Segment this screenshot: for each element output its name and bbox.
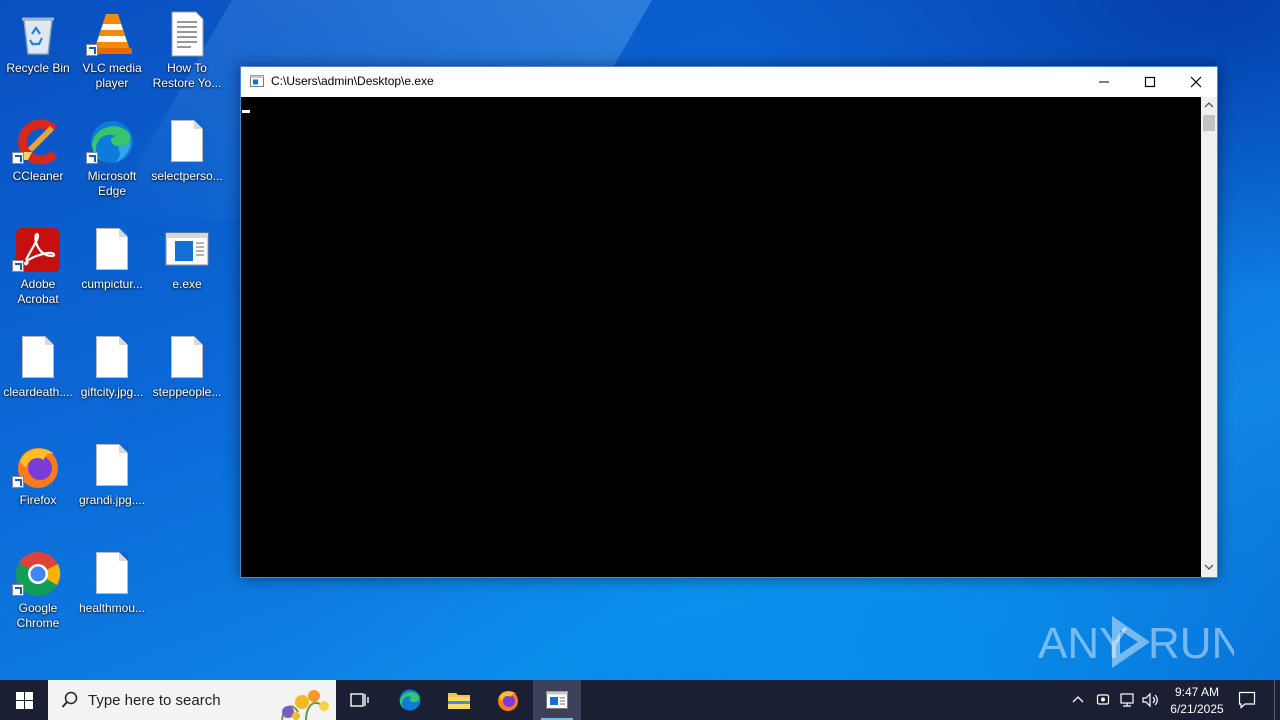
file-icon (88, 226, 136, 274)
watermark-text-right: RUN (1148, 619, 1234, 668)
shortcut-arrow-icon (12, 152, 24, 164)
anyrun-watermark: ANY RUN (1038, 616, 1234, 668)
desktop-icon-label: grandi.jpg.... (78, 493, 146, 507)
task-view-icon (350, 693, 369, 707)
taskbar-console-app[interactable] (533, 680, 581, 720)
file-explorer-icon (448, 693, 470, 709)
desktop-icon-label: e.exe (172, 277, 202, 291)
taskbar-edge[interactable] (386, 680, 434, 720)
search-placeholder: Type here to search (88, 692, 221, 709)
taskbar-search-box[interactable]: Type here to search (48, 680, 336, 720)
chevron-up-icon[interactable] (1072, 694, 1084, 704)
console-app-icon (546, 691, 568, 709)
play-logo-icon (1112, 616, 1150, 668)
desktop-icon-label: steppeople... (152, 385, 222, 399)
desktop-icon-label: cumpictur... (81, 277, 143, 291)
file-icon (88, 334, 136, 382)
desktop-icon-selectperso[interactable]: selectperso... (149, 112, 225, 212)
desktop-icon-label: giftcity.jpg... (80, 385, 144, 399)
file-icon (88, 442, 136, 490)
desktop-icon-label: Recycle Bin (6, 61, 70, 75)
desktop-icon-firefox[interactable]: Firefox (0, 436, 76, 536)
file-icon (163, 118, 211, 166)
vertical-scrollbar[interactable] (1201, 97, 1217, 577)
file-icon (14, 334, 62, 382)
windows-logo-icon (16, 692, 33, 709)
desktop-icon-cleardeath[interactable]: cleardeath.... (0, 328, 76, 428)
maximize-icon (1144, 76, 1156, 88)
desktop-icon-label: How To Restore Yo... (152, 61, 222, 90)
clock-time: 9:47 AM (1174, 685, 1220, 699)
desktop-icon-google-chrome[interactable]: Google Chrome (0, 544, 76, 644)
desktop-icon-how-to-restore[interactable]: How To Restore Yo... (149, 4, 225, 104)
desktop-icon-grandi[interactable]: grandi.jpg.... (74, 436, 150, 536)
search-highlight-flowers-icon (281, 690, 329, 720)
shortcut-arrow-icon (86, 152, 98, 164)
shortcut-arrow-icon (12, 476, 24, 488)
desktop-icon-label: healthmou... (78, 601, 146, 615)
volume-icon[interactable] (1142, 692, 1160, 708)
desktop-icon-label: Firefox (19, 493, 57, 507)
console-window[interactable]: C:\Users\admin\Desktop\e.exe (240, 66, 1218, 578)
minimize-button[interactable] (1081, 67, 1127, 97)
taskbar-firefox[interactable] (484, 680, 532, 720)
desktop-icon-label: Microsoft Edge (87, 169, 137, 198)
recycle-bin-icon (22, 17, 54, 55)
close-icon (1190, 76, 1202, 88)
text-cursor (242, 110, 250, 113)
scroll-up-icon[interactable] (1204, 101, 1214, 109)
desktop-icon-label: selectperso... (151, 169, 223, 183)
desktop-icon-giftcity[interactable]: giftcity.jpg... (74, 328, 150, 428)
start-button[interactable] (0, 680, 48, 720)
desktop-icon-label: CCleaner (12, 169, 64, 183)
console-output-area[interactable] (241, 97, 1201, 577)
scroll-down-icon[interactable] (1204, 563, 1214, 571)
desktop-icon-healthmou[interactable]: healthmou... (74, 544, 150, 644)
desktop-icon-vlc[interactable]: VLC media player (74, 4, 150, 104)
file-icon (163, 334, 211, 382)
notification-center-icon[interactable] (1238, 691, 1256, 709)
desktop-icon-e-exe[interactable]: e.exe (149, 220, 225, 320)
clock-date: 6/21/2025 (1170, 702, 1224, 716)
text-document-icon (171, 11, 204, 57)
taskbar-clock[interactable]: 9:47 AM 6/21/2025 (1164, 683, 1230, 717)
window-title: C:\Users\admin\Desktop\e.exe (271, 74, 434, 88)
taskbar: Type here to search 9:47 AM 6/21/2025 (0, 680, 1280, 720)
show-desktop-strip[interactable] (1274, 680, 1280, 720)
taskbar-file-explorer[interactable] (435, 680, 483, 720)
desktop-icon-recycle-bin[interactable]: Recycle Bin (0, 4, 76, 104)
search-icon (61, 691, 78, 708)
desktop-icon-label: Adobe Acrobat (17, 277, 59, 306)
file-icon (88, 550, 136, 598)
desktop-icon-label: VLC media player (82, 61, 142, 90)
exe-icon (165, 232, 209, 266)
shortcut-arrow-icon (12, 260, 24, 272)
network-icon[interactable] (1119, 692, 1135, 708)
task-view-button[interactable] (336, 680, 384, 720)
meet-now-icon[interactable] (1096, 692, 1110, 708)
desktop-icon-ccleaner[interactable]: CCleaner (0, 112, 76, 212)
shortcut-arrow-icon (12, 584, 24, 596)
maximize-button[interactable] (1127, 67, 1173, 97)
window-titlebar[interactable]: C:\Users\admin\Desktop\e.exe (241, 67, 1217, 97)
shortcut-arrow-icon (86, 44, 98, 56)
console-app-icon (250, 75, 264, 87)
desktop-icon-cumpictur[interactable]: cumpictur... (74, 220, 150, 320)
scrollbar-thumb[interactable] (1203, 115, 1215, 131)
close-button[interactable] (1173, 67, 1219, 97)
minimize-icon (1099, 81, 1109, 83)
desktop-icon-microsoft-edge[interactable]: Microsoft Edge (74, 112, 150, 212)
desktop-icon-steppeople[interactable]: steppeople... (149, 328, 225, 428)
desktop-icon-label: Google Chrome (16, 601, 60, 630)
edge-icon (399, 689, 421, 711)
desktop-icon-label: cleardeath.... (3, 385, 73, 399)
desktop-icon-adobe-acrobat[interactable]: Adobe Acrobat (0, 220, 76, 320)
firefox-icon (498, 691, 518, 711)
